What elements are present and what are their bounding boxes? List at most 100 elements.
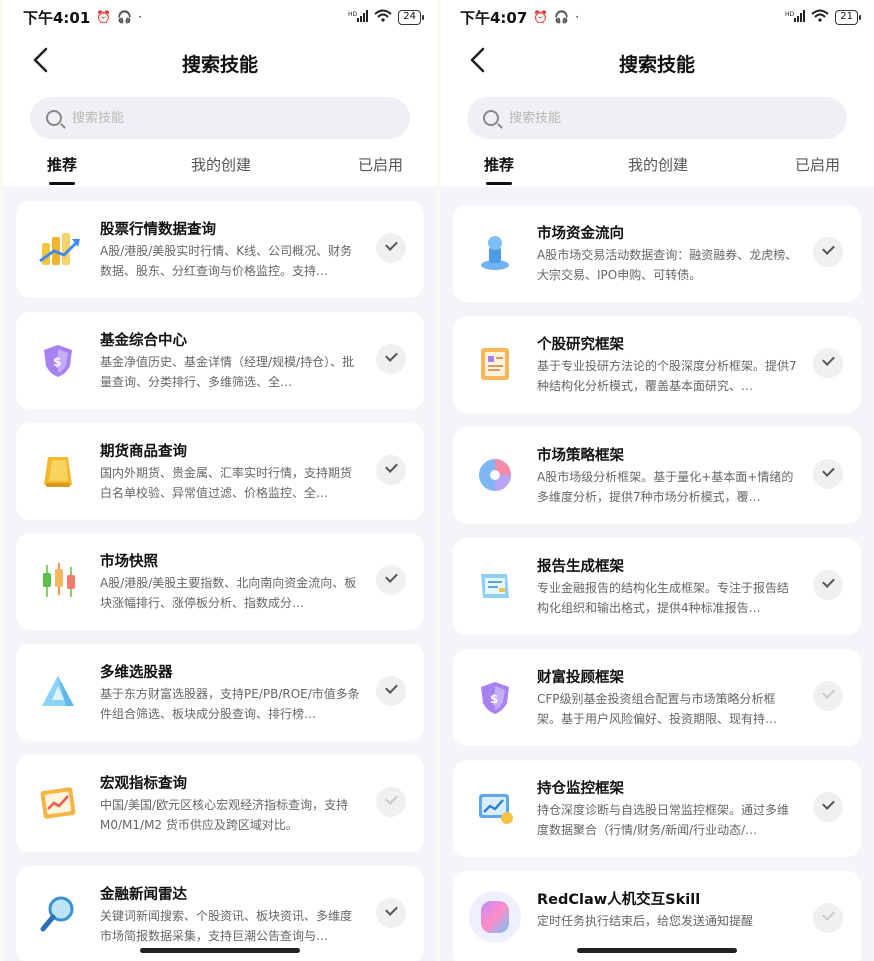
enabled-check-button[interactable] xyxy=(813,459,843,489)
monitor-chart-icon xyxy=(475,788,515,828)
paper-scroll-icon xyxy=(475,566,515,606)
skill-title: 多维选股器 xyxy=(100,665,173,681)
skill-title: 市场资金流向 xyxy=(537,226,624,242)
skill-desc: 持仓深度诊断与自选股日常监控框架。通过多维度数据聚合（行情/财务/新闻/行业动态… xyxy=(537,803,790,837)
redclaw-orb-icon xyxy=(467,889,523,945)
skill-desc: 基于东方财富选股器，支持PE/PB/ROE/市值多条件组合筛选、板块成分股查询、… xyxy=(100,687,360,721)
enabled-check-button[interactable] xyxy=(376,565,406,595)
status-notification-icons: ⏰ 🎧 · xyxy=(96,10,142,24)
enabled-check-button[interactable] xyxy=(376,898,406,928)
top-area: 下午4:07 ⏰ 🎧 · HD 21 搜索技能 搜索技能 推荐 我的创建 已启用 xyxy=(440,0,874,187)
search-bar[interactable] xyxy=(30,97,410,139)
screen-right: 下午4:07 ⏰ 🎧 · HD 21 搜索技能 搜索技能 推荐 我的创建 已启用… xyxy=(440,0,874,961)
enabled-check-button[interactable] xyxy=(813,681,843,711)
headphone-icon: 🎧 xyxy=(554,10,570,24)
skill-card[interactable]: 个股研究框架 基于专业投研方法论的个股深度分析框架。提供7种结构化分析模式，覆盖… xyxy=(453,316,861,413)
skill-desc: 关键词新闻搜索、个股资讯、板块资讯、多维度市场简报数据采集，支持巨潮公告查询与… xyxy=(100,909,353,943)
shield-fund-icon: $ xyxy=(475,677,515,717)
svg-text:HD: HD xyxy=(785,11,795,18)
skill-title: 持仓监控框架 xyxy=(537,781,624,797)
tab-enabled[interactable]: 已启用 xyxy=(795,154,840,175)
skill-desc: 定时任务执行结束后，给您发送通知提醒 xyxy=(537,914,754,928)
wifi-icon xyxy=(811,9,829,25)
page-title: 搜索技能 xyxy=(181,54,258,76)
search-input[interactable] xyxy=(72,110,372,126)
skill-title: 基金综合中心 xyxy=(100,333,187,349)
dot-icon: · xyxy=(138,10,143,24)
skill-desc: 基于专业投研方法论的个股深度分析框架。提供7种结构化分析模式，覆盖基本面研究、… xyxy=(537,359,797,393)
skill-desc: A股市场交易活动数据查询：融资融券、龙虎榜、大宗交易、IPO申购、可转债。 xyxy=(537,248,798,282)
skill-card[interactable]: 持仓监控框架 持仓深度诊断与自选股日常监控框架。通过多维度数据聚合（行情/财务/… xyxy=(453,760,861,857)
candlestick-icon xyxy=(38,561,78,601)
skill-title: 期货商品查询 xyxy=(100,444,187,460)
skill-card[interactable]: 宏观指标查询 中国/美国/欧元区核心宏观经济指标查询，支持 M0/M1/M2 货… xyxy=(16,755,424,852)
stock-chart-icon xyxy=(38,229,80,269)
skill-title: 财富投顾框架 xyxy=(537,670,624,686)
skill-card[interactable]: 市场资金流向 A股市场交易活动数据查询：融资融券、龙虎榜、大宗交易、IPO申购、… xyxy=(453,205,861,302)
status-time: 下午4:01 xyxy=(23,8,91,27)
tab-recommend[interactable]: 推荐 xyxy=(47,154,77,185)
svg-text:HD: HD xyxy=(348,11,358,18)
skill-card[interactable]: 报告生成框架 专业金融报告的结构化生成框架。专注于报告结构化组织和输出格式，提供… xyxy=(453,538,861,635)
enabled-check-button[interactable] xyxy=(813,792,843,822)
search-input[interactable] xyxy=(509,110,809,126)
dot-icon: · xyxy=(575,10,580,24)
headphone-icon: 🎧 xyxy=(117,10,133,24)
skill-card[interactable]: 期货商品查询 国内外期货、贵金属、汇率实时行情，支持期货白名单校验、异常值过滤、… xyxy=(16,423,424,520)
enabled-check-button[interactable] xyxy=(376,344,406,374)
enabled-check-button[interactable] xyxy=(813,348,843,378)
home-indicator[interactable] xyxy=(577,948,737,953)
status-bar: 下午4:07 ⏰ 🎧 · HD 21 xyxy=(440,0,874,34)
status-right-icons: HD 24 xyxy=(348,9,424,25)
skill-card[interactable]: 市场快照 A股/港股/美股主要指数、北向南向资金流向、板块涨幅排行、涨停板分析、… xyxy=(16,533,424,630)
tab-bar: 推荐 我的创建 已启用 xyxy=(3,154,437,186)
skill-card[interactable]: 金融新闻雷达 关键词新闻搜索、个股资讯、板块资讯、多维度市场简报数据采集，支持巨… xyxy=(16,866,424,961)
skill-desc: 专业金融报告的结构化生成框架。专注于报告结构化组织和输出格式，提供4种标准报告… xyxy=(537,581,790,615)
battery-icon: 21 xyxy=(835,9,861,25)
skill-card[interactable]: 市场策略框架 A股市场级分析框架。基于量化+基本面+情绪的多维度分析，提供7种市… xyxy=(453,427,861,524)
skill-title: 市场策略框架 xyxy=(537,448,624,464)
skill-card[interactable]: $ 基金综合中心 基金净值历史、基金详情（经理/规模/持仓）、批量查询、分类排行… xyxy=(16,312,424,409)
battery-icon: 24 xyxy=(398,9,424,25)
page-title: 搜索技能 xyxy=(618,54,695,76)
tab-enabled[interactable]: 已启用 xyxy=(358,154,403,175)
shield-fund-icon: $ xyxy=(38,340,78,380)
skill-card[interactable]: 多维选股器 基于东方财富选股器，支持PE/PB/ROE/市值多条件组合筛选、板块… xyxy=(16,644,424,741)
skill-title: 报告生成框架 xyxy=(537,559,624,575)
search-bar[interactable] xyxy=(467,97,847,139)
svg-text:$: $ xyxy=(490,692,498,706)
signal-icon: HD xyxy=(348,9,369,25)
screen-left: 下午4:01 ⏰ 🎧 · HD 24 搜索技能 搜索技能 推荐 我的创建 已启用… xyxy=(3,0,437,961)
skill-card[interactable]: $ 财富投顾框架 CFP级别基金投资组合配置与市场策略分析框架。基于用户风险偏好… xyxy=(453,649,861,746)
nav-bar: 搜索技能 xyxy=(3,40,437,84)
enabled-check-button[interactable] xyxy=(376,787,406,817)
pie-disc-icon xyxy=(475,455,515,495)
skill-title: 股票行情数据查询 xyxy=(100,222,216,238)
status-bar: 下午4:01 ⏰ 🎧 · HD 24 xyxy=(3,0,437,34)
enabled-check-button[interactable] xyxy=(813,903,843,933)
search-icon xyxy=(483,110,499,126)
enabled-check-button[interactable] xyxy=(376,455,406,485)
skill-card[interactable]: 股票行情数据查询 A股/港股/美股实时行情、K线、公司概况、财务数据、股东、分红… xyxy=(16,201,424,298)
enabled-check-button[interactable] xyxy=(376,676,406,706)
alarm-icon: ⏰ xyxy=(96,10,112,24)
status-right-icons: HD 21 xyxy=(785,9,861,25)
search-icon xyxy=(46,110,62,126)
top-area: 下午4:01 ⏰ 🎧 · HD 24 搜索技能 搜索技能 推荐 我的创建 已启用 xyxy=(3,0,437,187)
tab-recommend[interactable]: 推荐 xyxy=(484,154,514,185)
skill-title: 宏观指标查询 xyxy=(100,776,187,792)
enabled-check-button[interactable] xyxy=(376,233,406,263)
status-time: 下午4:07 xyxy=(460,8,528,27)
trend-board-icon xyxy=(38,783,78,823)
tab-my-created[interactable]: 我的创建 xyxy=(628,154,688,175)
alarm-icon: ⏰ xyxy=(533,10,549,24)
enabled-check-button[interactable] xyxy=(813,570,843,600)
skill-desc: A股市场级分析框架。基于量化+基本面+情绪的多维度分析，提供7种市场分析模式，覆… xyxy=(537,470,794,504)
tab-my-created[interactable]: 我的创建 xyxy=(191,154,251,175)
skill-title: 市场快照 xyxy=(100,554,158,570)
svg-text:$: $ xyxy=(53,355,61,369)
enabled-check-button[interactable] xyxy=(813,237,843,267)
wifi-icon xyxy=(374,9,392,25)
nav-bar: 搜索技能 xyxy=(440,40,874,84)
home-indicator[interactable] xyxy=(140,948,300,953)
